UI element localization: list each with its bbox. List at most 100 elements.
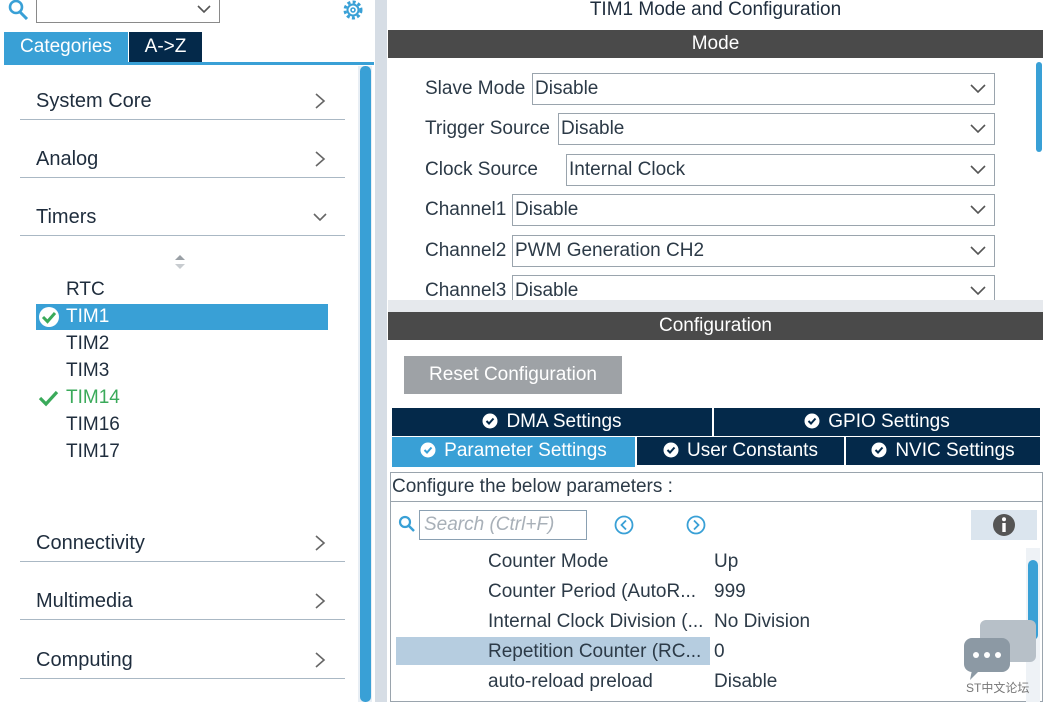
page-title: TIM1 Mode and Configuration: [589, 0, 842, 20]
channel3-select[interactable]: Disable: [512, 275, 995, 300]
chevron-down-icon: [970, 165, 986, 175]
check-circle-icon: [871, 442, 887, 458]
category-label: Multimedia: [36, 590, 133, 612]
param-name: Repetition Counter (RC...: [396, 637, 710, 665]
list-item-tim17[interactable]: TIM17: [36, 439, 328, 465]
channel1-select[interactable]: Disable: [512, 194, 995, 226]
mode-label: Slave Mode: [425, 78, 526, 99]
configure-hint: Configure the below parameters :: [392, 476, 673, 497]
tab-categories[interactable]: Categories: [4, 32, 128, 62]
tab-parameter-settings[interactable]: Parameter Settings: [392, 437, 635, 467]
info-icon[interactable]: [992, 513, 1016, 537]
chevron-right-icon: [315, 652, 326, 668]
tab-label: Parameter Settings: [444, 440, 607, 461]
clock-source-select[interactable]: Internal Clock: [566, 154, 995, 186]
list-item-tim14[interactable]: TIM14: [36, 385, 328, 411]
panel-splitter[interactable]: [375, 0, 387, 702]
mode-label: Channel3: [425, 280, 507, 300]
mode-label: Channel1: [425, 199, 507, 220]
watermark-text: ST中文论坛: [966, 681, 1030, 695]
param-name: Counter Period (AutoR...: [488, 581, 697, 602]
previous-match-icon[interactable]: [614, 515, 634, 535]
select-value: Disable: [515, 199, 579, 220]
check-circle-icon: [663, 442, 679, 458]
param-value[interactable]: Up: [714, 547, 738, 577]
category-label: Connectivity: [36, 532, 145, 554]
mode-section-header: Mode: [388, 30, 1043, 58]
parameter-search-input[interactable]: Search (Ctrl+F): [419, 510, 587, 540]
param-name: Internal Clock Division (...: [488, 611, 704, 632]
table-row[interactable]: Counter Mode Up: [396, 547, 1036, 577]
tab-a-to-z[interactable]: A->Z: [129, 32, 202, 62]
list-item-tim3[interactable]: TIM3: [36, 358, 328, 384]
left-scrollbar-thumb[interactable]: [360, 66, 371, 702]
tab-label: DMA Settings: [506, 411, 622, 432]
chevron-down-icon: [313, 213, 327, 222]
param-name: auto-reload preload: [488, 671, 653, 692]
configuration-section-header: Configuration: [388, 312, 1043, 340]
timer-label: TIM14: [66, 387, 120, 408]
chevron-down-icon: [970, 124, 986, 134]
select-value: Internal Clock: [569, 159, 686, 180]
tab-nvic-settings[interactable]: NVIC Settings: [846, 437, 1040, 465]
list-item-rtc[interactable]: RTC: [36, 277, 328, 303]
param-value[interactable]: Disable: [714, 667, 777, 697]
chevron-down-icon[interactable]: [197, 2, 211, 16]
divider: [390, 501, 1043, 502]
chevron-right-icon: [315, 593, 326, 609]
chevron-right-icon: [315, 93, 326, 109]
tab-user-constants[interactable]: User Constants: [637, 437, 844, 465]
tab-gpio-settings[interactable]: GPIO Settings: [714, 408, 1040, 436]
list-item-tim16[interactable]: TIM16: [36, 412, 328, 438]
param-value[interactable]: 0: [714, 637, 725, 667]
chevron-right-icon: [315, 535, 326, 551]
section-splitter[interactable]: [388, 300, 1043, 312]
chevron-right-icon: [315, 151, 326, 167]
tab-label: GPIO Settings: [828, 411, 950, 432]
tab-underline: [4, 62, 374, 65]
tab-dma-settings[interactable]: DMA Settings: [392, 408, 712, 436]
peripheral-search-combo[interactable]: [36, 0, 220, 23]
search-icon[interactable]: [398, 515, 416, 533]
table-row[interactable]: Internal Clock Division (... No Division: [396, 607, 1036, 637]
category-multimedia[interactable]: Multimedia: [20, 586, 345, 620]
list-item-tim1[interactable]: TIM1: [36, 304, 328, 330]
gear-icon[interactable]: [339, 0, 366, 22]
chevron-down-icon: [970, 286, 986, 296]
table-row-selected[interactable]: Repetition Counter (RC... 0: [396, 637, 1036, 667]
chevron-down-icon: [970, 84, 986, 94]
mode-section: Slave Mode Disable Trigger Source Disabl…: [388, 58, 1043, 300]
check-icon: [38, 390, 59, 407]
category-system-core[interactable]: System Core: [20, 86, 345, 120]
reset-configuration-button[interactable]: Reset Configuration: [404, 356, 622, 394]
mode-label: Trigger Source: [425, 118, 550, 139]
param-name: Counter Mode: [488, 551, 609, 572]
timer-label: TIM16: [66, 414, 120, 435]
category-connectivity[interactable]: Connectivity: [20, 528, 345, 562]
timer-label: TIM2: [66, 333, 110, 354]
category-timers[interactable]: Timers: [20, 202, 345, 236]
next-match-icon[interactable]: [686, 515, 706, 535]
table-row[interactable]: Counter Period (AutoR... 999: [396, 577, 1036, 607]
category-label: System Core: [36, 90, 152, 112]
param-value[interactable]: No Division: [714, 607, 810, 637]
category-computing[interactable]: Computing: [20, 645, 345, 679]
param-value[interactable]: 999: [714, 577, 746, 607]
timer-label: RTC: [66, 279, 105, 300]
check-circle-icon: [39, 307, 59, 327]
category-analog[interactable]: Analog: [20, 144, 345, 178]
slave-mode-select[interactable]: Disable: [532, 73, 995, 105]
mode-label: Channel2: [425, 240, 507, 261]
sort-icon[interactable]: [172, 252, 188, 272]
list-item-tim2[interactable]: TIM2: [36, 331, 328, 357]
trigger-source-select[interactable]: Disable: [558, 113, 995, 145]
timer-label: TIM17: [66, 441, 120, 462]
search-icon[interactable]: [8, 0, 30, 20]
select-value: PWM Generation CH2: [515, 240, 705, 261]
mode-scrollbar-thumb[interactable]: [1036, 62, 1042, 152]
timer-label: TIM1: [66, 306, 110, 327]
table-row[interactable]: auto-reload preload Disable: [396, 667, 1036, 697]
channel2-select[interactable]: PWM Generation CH2: [512, 235, 995, 267]
check-circle-icon: [804, 413, 820, 429]
select-value: Disable: [561, 118, 625, 139]
